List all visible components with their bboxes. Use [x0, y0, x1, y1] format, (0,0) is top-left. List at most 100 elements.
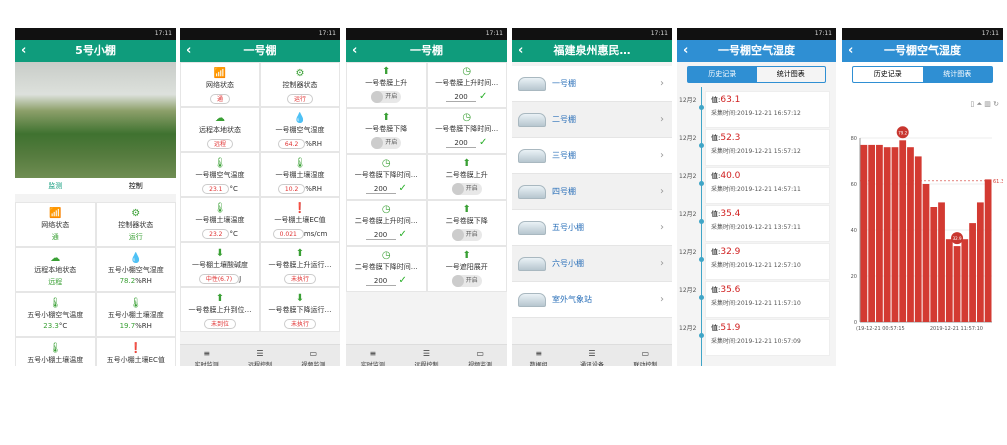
record-value: 35.4	[720, 209, 741, 219]
bar[interactable]	[876, 144, 883, 322]
bar[interactable]	[930, 207, 938, 322]
tab-monitor[interactable]: 监测	[15, 178, 96, 194]
nav-item[interactable]: ≡ 实时监测	[180, 345, 233, 366]
value-prefix: 值:	[711, 248, 721, 256]
tab-control[interactable]: 控制	[96, 178, 177, 194]
timer-icon: ◷	[381, 158, 391, 169]
nav-item[interactable]: ▭ 联动控制	[619, 345, 672, 366]
bar[interactable]	[945, 239, 953, 322]
control-cell: ◷ 一号卷膜下降时间… 200 ✓	[426, 108, 507, 154]
chevron-right-icon: ›	[660, 222, 664, 233]
toggle-switch[interactable]: 开启	[371, 137, 402, 149]
control-cell: ⬆ 一号卷膜下降 开启	[346, 108, 427, 154]
bottom-nav: ≡ 实时监测 ☰ 远程控制 ▭ 视频监测	[346, 344, 507, 366]
confirm-check-icon[interactable]: ✓	[399, 183, 407, 194]
record-time-line: 采集时间:2019-12-21 12:57:10	[711, 260, 824, 269]
back-icon[interactable]: ‹	[21, 40, 26, 62]
tab-history[interactable]: 历史记录	[688, 67, 757, 82]
tab-stats[interactable]: 统计图表	[757, 67, 826, 82]
toggle-switch[interactable]: 开启	[451, 229, 482, 241]
nav-item[interactable]: ☰ 通讯设备	[565, 345, 618, 366]
duration-input[interactable]: 200	[365, 231, 396, 240]
bar[interactable]	[976, 202, 984, 322]
bar[interactable]	[899, 140, 907, 322]
chart-toolbar-icons[interactable]: ▯ ⏶ ▥ ↻	[970, 100, 999, 109]
duration-input[interactable]: 200	[446, 139, 477, 148]
history-record[interactable]: 值:63.1 采集时间:2019-12-21 16:57:12	[705, 91, 830, 128]
arrow-icon: ⬆	[462, 204, 471, 215]
sensor-cell: 🌡 五号小棚土壤温度	[15, 337, 96, 366]
confirm-check-icon[interactable]: ✓	[399, 275, 407, 286]
bar[interactable]	[907, 147, 914, 322]
confirm-check-icon[interactable]: ✓	[479, 137, 487, 148]
bar[interactable]	[868, 144, 876, 322]
bar[interactable]	[938, 202, 945, 322]
bar[interactable]	[961, 239, 969, 322]
bar[interactable]	[984, 179, 992, 322]
history-record[interactable]: 值:32.9 采集时间:2019-12-21 12:57:10	[705, 243, 830, 280]
sensor-cell: ⬆ 一号卷膜上升到位… 未到位	[180, 287, 260, 332]
sensor-icon: 🌡	[213, 158, 227, 169]
back-icon[interactable]: ‹	[683, 40, 688, 62]
nav-item[interactable]: ▭ 视频监测	[287, 345, 340, 366]
sensor-value: 10.2	[277, 184, 306, 194]
phone-5-small-shed: 17:11 ‹ 5号小棚 监测 控制 📶 网络状态通 ⚙ 控制器状态 运行 ☁ 远程本地状态 远程…	[15, 28, 176, 366]
status-bar: 17:11	[842, 28, 1003, 40]
date-label: 12月2	[679, 135, 697, 142]
bar[interactable]	[953, 246, 961, 322]
control-input-wrap: 200 ✓	[428, 91, 507, 102]
shed-list-item[interactable]: 三号棚 ›	[512, 138, 672, 174]
toggle-switch[interactable]: 开启	[451, 275, 482, 287]
bar[interactable]	[969, 223, 976, 322]
record-time: 2019-12-21 11:57:10	[737, 300, 801, 307]
bar[interactable]	[922, 184, 930, 322]
history-record[interactable]: 值:52.3 采集时间:2019-12-21 15:57:12	[705, 129, 830, 166]
shed-list-item[interactable]: 四号棚 ›	[512, 174, 672, 210]
history-record[interactable]: 值:35.4 采集时间:2019-12-21 13:57:11	[705, 205, 830, 242]
confirm-check-icon[interactable]: ✓	[479, 91, 487, 102]
bar[interactable]	[883, 147, 891, 322]
bar[interactable]	[860, 144, 868, 322]
sensor-value-wrap: 23.1 °C	[181, 182, 259, 194]
tab-stats[interactable]: 统计图表	[922, 67, 992, 82]
nav-item[interactable]: ▭ 视频监测	[453, 345, 507, 366]
back-icon[interactable]: ‹	[848, 40, 853, 62]
nav-item[interactable]: ☰ 远程控制	[233, 345, 286, 366]
nav-item[interactable]: ☰ 远程控制	[400, 345, 454, 366]
sensor-value-wrap: 64.2 %RH	[261, 137, 339, 149]
history-record[interactable]: 值:40.0 采集时间:2019-12-21 14:57:11	[705, 167, 830, 204]
back-icon[interactable]: ‹	[186, 40, 191, 62]
tabs: 监测 控制	[15, 178, 176, 194]
greenhouse-icon	[518, 148, 546, 163]
back-icon[interactable]: ‹	[352, 40, 357, 62]
shed-list-item[interactable]: 五号小棚 ›	[512, 210, 672, 246]
greenhouse-icon	[518, 76, 546, 91]
sensor-icon: 🌡	[48, 298, 62, 309]
history-record[interactable]: 值:51.9 采集时间:2019-12-21 10:57:09	[705, 319, 830, 356]
shed-list-item[interactable]: 六号小棚 ›	[512, 246, 672, 282]
sensor-unit: %RH	[305, 140, 323, 148]
sensor-value-wrap: 23.2 °C	[181, 227, 259, 239]
toggle-switch[interactable]: 开启	[451, 183, 482, 195]
nav-label: 视频监测	[301, 362, 326, 366]
duration-input[interactable]: 200	[365, 277, 396, 286]
bar[interactable]	[914, 156, 922, 322]
nav-item[interactable]: ≡ 实时监测	[346, 345, 400, 366]
confirm-check-icon[interactable]: ✓	[399, 229, 407, 240]
shed-list-item[interactable]: 二号棚 ›	[512, 102, 672, 138]
duration-input[interactable]: 200	[446, 93, 477, 102]
sensor-label: 网络状态	[41, 221, 70, 229]
back-icon[interactable]: ‹	[518, 40, 523, 62]
tab-history[interactable]: 历史记录	[853, 67, 923, 82]
bar[interactable]	[891, 147, 899, 322]
sensor-value: 远程	[206, 139, 233, 149]
value-prefix: 值:	[711, 134, 721, 142]
history-record[interactable]: 值:35.6 采集时间:2019-12-21 11:57:10	[705, 281, 830, 318]
duration-input[interactable]: 200	[365, 185, 396, 194]
nav-item[interactable]: ≡ 数据组	[512, 345, 565, 366]
shed-list-item[interactable]: 一号棚 ›	[512, 66, 672, 102]
greenhouse-icon	[518, 184, 546, 199]
shed-list-item[interactable]: 室外气象站 ›	[512, 282, 672, 318]
sensor-label: 一号卷膜上升到位…	[188, 306, 252, 314]
toggle-switch[interactable]: 开启	[371, 91, 402, 103]
